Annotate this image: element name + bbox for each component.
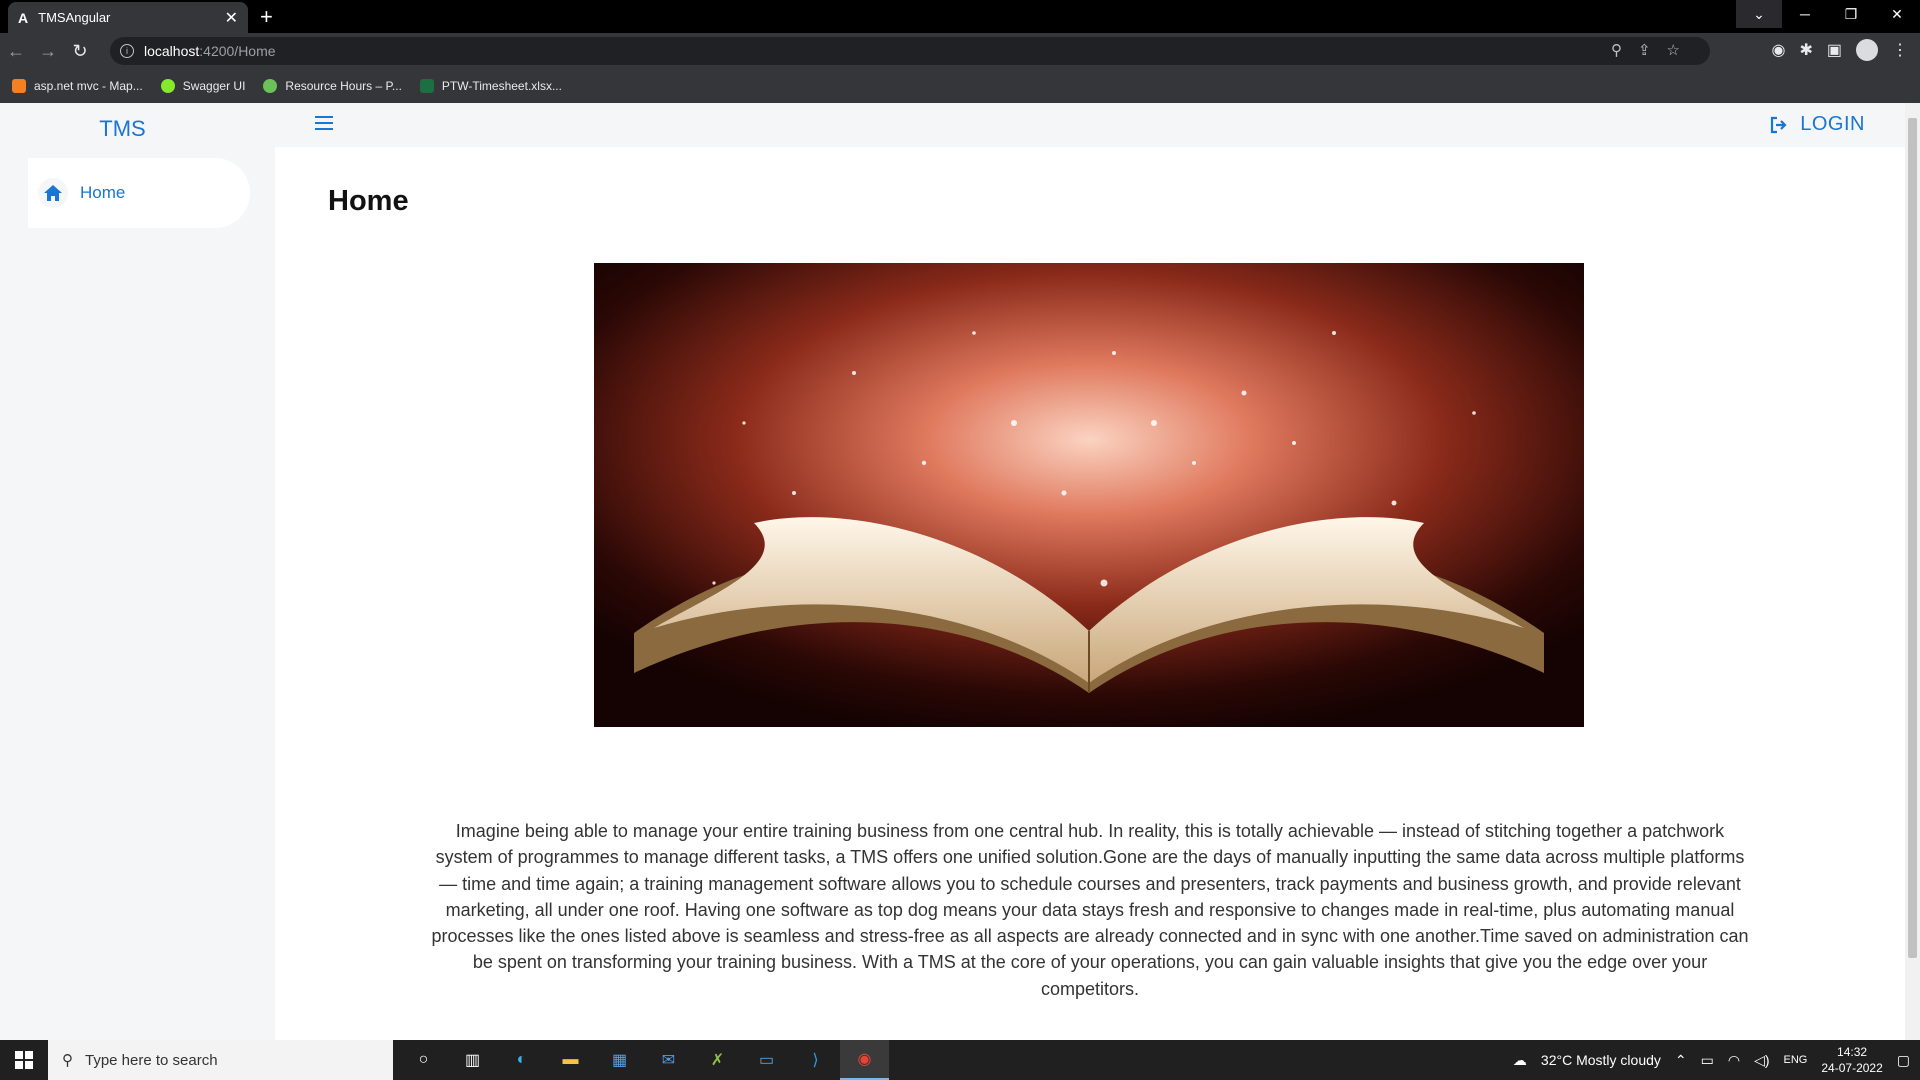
- address-bar[interactable]: i localhost :4200/Home: [110, 37, 1710, 65]
- browser-tab[interactable]: A TMSAngular ✕: [8, 2, 248, 33]
- volume-icon[interactable]: ◁): [1754, 1052, 1769, 1069]
- zoom-icon[interactable]: ⚲: [1611, 41, 1622, 59]
- tab-strip: A TMSAngular ✕ + ⌄ ─ ❐ ✕: [0, 0, 1920, 33]
- close-tab-icon[interactable]: ✕: [225, 8, 238, 28]
- file-explorer-icon[interactable]: ▬: [546, 1040, 595, 1080]
- notifications-icon[interactable]: ▢: [1897, 1052, 1910, 1069]
- app-root: TMS Home LOGIN Home Imagine being able t…: [0, 103, 1920, 1040]
- browser-chrome: A TMSAngular ✕ + ⌄ ─ ❐ ✕ ← → ↻ i localho…: [0, 0, 1920, 103]
- login-icon: [1771, 116, 1787, 133]
- brand-title[interactable]: TMS: [0, 116, 245, 142]
- chevron-up-icon[interactable]: ⌃: [1675, 1052, 1687, 1069]
- home-icon: [38, 178, 68, 208]
- bookmark-label: Swagger UI: [182, 79, 246, 93]
- forward-icon[interactable]: →: [32, 41, 64, 62]
- minimize-icon[interactable]: ─: [1782, 0, 1828, 28]
- toolbar-right: ◉ ✱ ▣ ⋮: [1772, 39, 1908, 61]
- bookmarks-bar: asp.net mvc - Map... Swagger UI Resource…: [0, 69, 1920, 103]
- mail-icon[interactable]: ✉: [644, 1040, 693, 1080]
- page-scrollbar[interactable]: [1905, 103, 1920, 1040]
- reload-icon[interactable]: ↻: [64, 41, 96, 62]
- bookmark-item[interactable]: Swagger UI: [160, 79, 246, 93]
- bookmark-star-icon[interactable]: ☆: [1667, 41, 1680, 59]
- angular-favicon-icon: A: [18, 9, 29, 26]
- url-host: localhost: [144, 43, 200, 59]
- nav-buttons: ← → ↻: [0, 41, 96, 62]
- store-icon[interactable]: ▦: [595, 1040, 644, 1080]
- chrome-icon[interactable]: ◉: [840, 1040, 889, 1080]
- side-panel-icon[interactable]: ▣: [1827, 40, 1842, 60]
- extensions-puzzle-icon[interactable]: ✱: [1799, 40, 1812, 60]
- remote-desktop-icon[interactable]: ▭: [742, 1040, 791, 1080]
- omnibox-actions: ⚲ ⇪ ☆: [1611, 41, 1680, 59]
- weather-text[interactable]: 32°C Mostly cloudy: [1541, 1052, 1661, 1068]
- weather-icon[interactable]: ☁: [1513, 1052, 1527, 1069]
- swagger-icon: [160, 79, 175, 93]
- bookmark-label: asp.net mvc - Map...: [34, 79, 143, 93]
- stackoverflow-icon: [12, 79, 26, 93]
- language-indicator[interactable]: ENG: [1784, 1054, 1808, 1066]
- back-icon[interactable]: ←: [0, 41, 32, 62]
- task-view-icon[interactable]: ▥: [448, 1040, 497, 1080]
- bookmark-item[interactable]: Resource Hours – P...: [263, 79, 402, 93]
- excel-icon: [419, 79, 434, 93]
- search-icon: ⚲: [62, 1052, 73, 1069]
- tab-search-icon[interactable]: ⌄: [1736, 0, 1782, 28]
- taskbar-clock[interactable]: 14:32 24-07-2022: [1821, 1044, 1882, 1076]
- resource-hours-icon: [263, 79, 278, 93]
- bookmark-label: Resource Hours – P...: [285, 79, 402, 93]
- browser-toolbar: ← → ↻ i localhost :4200/Home ⚲ ⇪ ☆ ◉ ✱ ▣…: [0, 33, 1920, 69]
- edge-icon[interactable]: ◐: [497, 1040, 546, 1080]
- windows-start-icon[interactable]: [0, 1040, 48, 1080]
- tab-title: TMSAngular: [38, 10, 111, 25]
- page-title: Home: [328, 185, 409, 217]
- window-controls: ⌄ ─ ❐ ✕: [1736, 0, 1920, 28]
- taskbar-apps: ○ ▥ ◐ ▬ ▦ ✉ ✗ ▭ ⟩ ◉: [399, 1040, 889, 1080]
- top-app-bar: LOGIN: [275, 103, 1905, 147]
- share-icon[interactable]: ⇪: [1638, 41, 1651, 59]
- vscode-icon[interactable]: ⟩: [791, 1040, 840, 1080]
- scrollbar-thumb[interactable]: [1908, 118, 1917, 958]
- main-content: Home Imagine being able to manage your e…: [275, 147, 1905, 1040]
- sidebar: TMS Home: [0, 103, 275, 1040]
- hero-image: [594, 263, 1584, 727]
- hamburger-menu-icon[interactable]: [315, 116, 333, 130]
- windows-taskbar: ⚲ Type here to search ○ ▥ ◐ ▬ ▦ ✉ ✗ ▭ ⟩ …: [0, 1040, 1920, 1080]
- excel-app-icon[interactable]: ✗: [693, 1040, 742, 1080]
- bookmark-item[interactable]: asp.net mvc - Map...: [12, 79, 143, 93]
- search-placeholder: Type here to search: [85, 1051, 218, 1069]
- sidebar-item-home[interactable]: Home: [28, 158, 250, 228]
- close-window-icon[interactable]: ✕: [1874, 0, 1920, 28]
- bookmark-label: PTW-Timesheet.xlsx...: [441, 79, 562, 93]
- description-paragraph: Imagine being able to manage your entire…: [431, 821, 1749, 999]
- sidebar-item-label: Home: [80, 183, 126, 202]
- profile-avatar-icon[interactable]: [1856, 39, 1878, 61]
- battery-icon[interactable]: ▭: [1701, 1052, 1714, 1069]
- bookmark-item[interactable]: PTW-Timesheet.xlsx...: [419, 79, 562, 93]
- system-tray: ☁ 32°C Mostly cloudy ⌃ ▭ ◠ ◁) ENG 14:32 …: [1513, 1040, 1920, 1080]
- site-info-icon[interactable]: i: [120, 44, 134, 58]
- login-button[interactable]: LOGIN: [1770, 113, 1865, 136]
- restore-icon[interactable]: ❐: [1828, 0, 1874, 28]
- clock-date: 24-07-2022: [1821, 1061, 1883, 1075]
- taskbar-search-box[interactable]: ⚲ Type here to search: [48, 1040, 393, 1080]
- login-label: LOGIN: [1800, 113, 1865, 135]
- url-path: :4200/Home: [199, 43, 276, 59]
- menu-kebab-icon[interactable]: ⋮: [1892, 40, 1908, 60]
- cortana-icon[interactable]: ○: [399, 1040, 448, 1080]
- wifi-icon[interactable]: ◠: [1728, 1052, 1740, 1069]
- clock-time: 14:32: [1837, 1045, 1868, 1059]
- extension-icon[interactable]: ◉: [1772, 40, 1786, 60]
- new-tab-button[interactable]: +: [260, 4, 273, 30]
